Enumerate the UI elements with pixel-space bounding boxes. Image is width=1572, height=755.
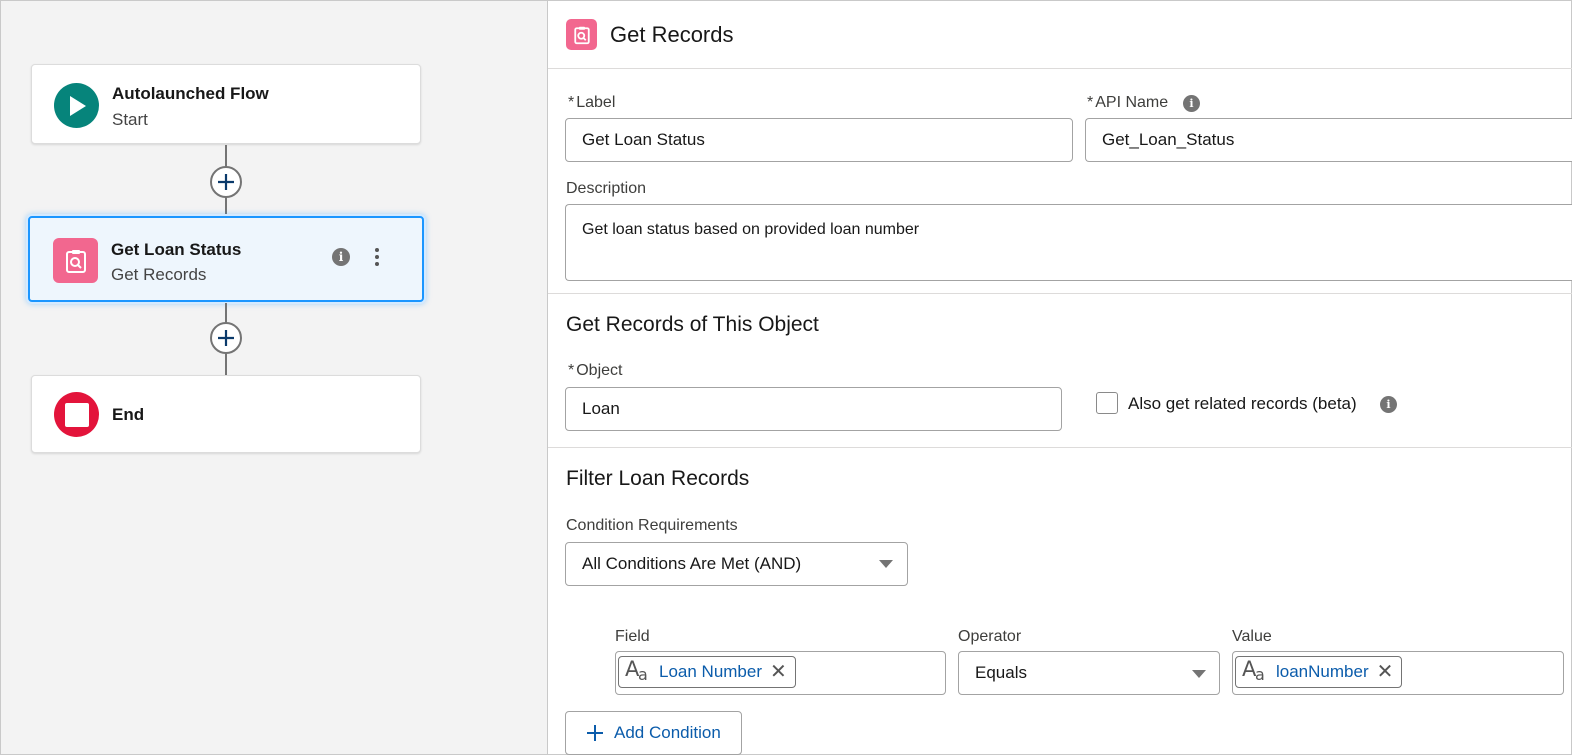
end-node-title: End — [112, 405, 145, 424]
start-node[interactable]: Autolaunched Flow Start — [31, 64, 421, 144]
operator-value: Equals — [975, 663, 1027, 682]
description-value: Get loan status based on provided loan n… — [582, 221, 920, 238]
info-icon[interactable]: i — [1183, 95, 1200, 112]
plus-icon — [218, 174, 234, 190]
label-text: Label — [576, 94, 616, 111]
required-mark: * — [1087, 94, 1094, 111]
get-node-title: Get Loan Status — [111, 240, 242, 259]
end-node[interactable]: End — [31, 375, 421, 453]
api-name-input[interactable]: Get_Loan_Status — [1085, 118, 1572, 162]
flow-canvas: Autolaunched Flow Start Get Loan Status … — [1, 1, 547, 754]
plus-icon — [587, 725, 603, 741]
label-input-value: Get Loan Status — [582, 130, 705, 149]
get-loan-status-node[interactable]: Get Loan Status Get Records i — [28, 216, 424, 302]
object-section-title: Get Records of This Object — [566, 313, 819, 336]
value-column-label: Value — [1232, 628, 1272, 645]
properties-panel: Get Records * Label Get Loan Status * API … — [547, 1, 1572, 755]
flow-builder: Autolaunched Flow Start Get Loan Status … — [0, 0, 1572, 755]
get-node-subtitle: Get Records — [111, 265, 207, 284]
value-pill-text: loanNumber — [1276, 662, 1369, 681]
start-node-subtitle: Start — [112, 110, 148, 129]
text-field-icon: Aa — [625, 657, 648, 684]
required-mark: * — [568, 94, 575, 111]
api-name-label-text: API Name — [1095, 94, 1169, 111]
info-icon[interactable]: i — [1380, 396, 1397, 413]
api-name-field-label: * API Name — [1087, 94, 1168, 112]
related-records-checkbox[interactable] — [1096, 392, 1118, 414]
get-records-icon — [566, 19, 597, 50]
object-field-label: * Object — [568, 362, 622, 380]
object-input-value: Loan — [582, 399, 620, 418]
field-pill[interactable]: Aa Loan Number ✕ — [618, 656, 796, 688]
add-condition-label: Add Condition — [614, 723, 721, 742]
chevron-down-icon — [1192, 670, 1206, 678]
close-icon[interactable]: ✕ — [1377, 662, 1394, 682]
condition-requirements-label: Condition Requirements — [566, 517, 738, 534]
info-icon[interactable]: i — [332, 248, 350, 266]
panel-title: Get Records — [610, 22, 734, 47]
add-condition-button[interactable]: Add Condition — [565, 711, 742, 755]
label-input[interactable]: Get Loan Status — [565, 118, 1073, 162]
add-element-button[interactable] — [210, 322, 242, 354]
api-name-input-value: Get_Loan_Status — [1102, 130, 1235, 149]
play-icon — [54, 83, 99, 128]
text-field-icon: Aa — [1242, 657, 1265, 684]
close-icon[interactable]: ✕ — [770, 662, 787, 682]
chevron-down-icon — [879, 560, 893, 568]
node-actions: i — [332, 248, 382, 266]
more-actions-icon[interactable] — [372, 248, 382, 266]
condition-requirements-select[interactable]: All Conditions Are Met (AND) — [565, 542, 908, 586]
condition-requirements-value: All Conditions Are Met (AND) — [582, 554, 802, 573]
operator-select[interactable]: Equals — [958, 651, 1220, 695]
description-label: Description — [566, 180, 647, 197]
panel-header: Get Records — [548, 1, 1572, 69]
value-pill[interactable]: Aa loanNumber ✕ — [1235, 656, 1403, 688]
section-divider — [548, 447, 1572, 448]
related-records-label: Also get related records (beta) — [1128, 394, 1357, 413]
plus-icon — [218, 330, 234, 346]
description-textarea[interactable]: Get loan status based on provided loan n… — [565, 204, 1572, 281]
get-records-icon — [53, 238, 98, 283]
stop-icon — [54, 392, 99, 437]
object-label-text: Object — [576, 362, 623, 379]
start-node-title: Autolaunched Flow — [112, 84, 269, 103]
filter-section-title: Filter Loan Records — [566, 467, 750, 490]
add-element-button[interactable] — [210, 166, 242, 198]
operator-column-label: Operator — [958, 628, 1022, 645]
label-field-label: * Label — [568, 94, 615, 112]
section-divider — [548, 293, 1572, 294]
field-column-label: Field — [615, 628, 650, 645]
required-mark: * — [568, 362, 575, 379]
field-pill-text: Loan Number — [659, 662, 763, 681]
object-input[interactable]: Loan — [565, 387, 1062, 431]
